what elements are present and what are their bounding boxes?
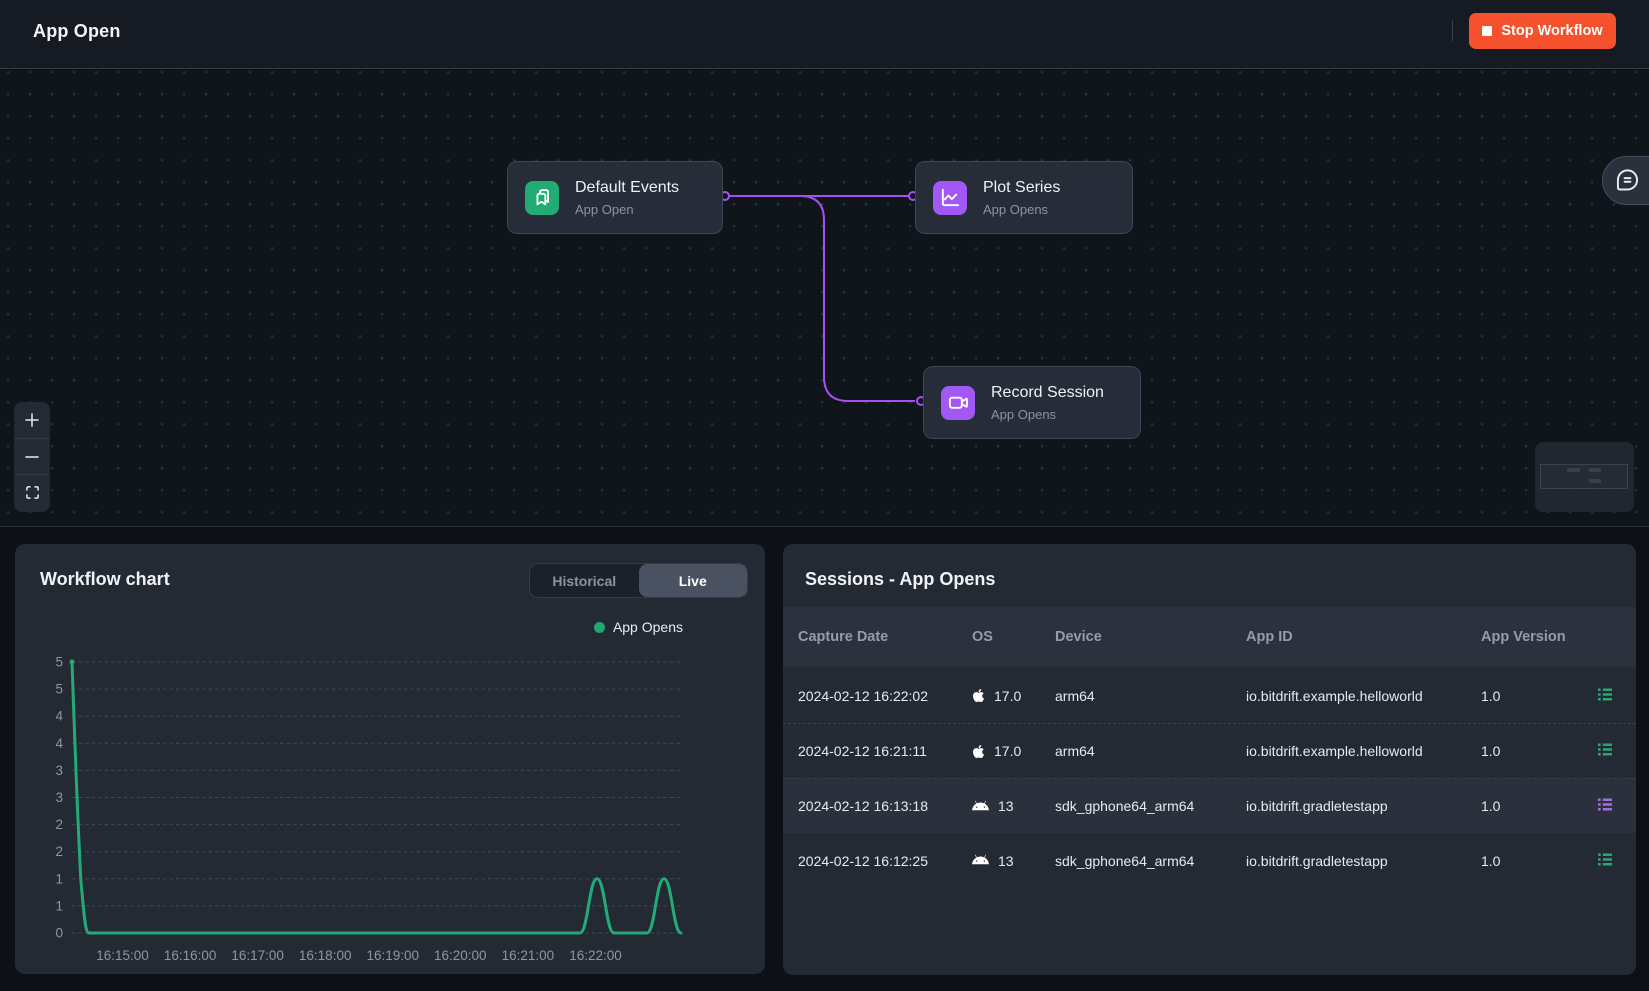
svg-text:1: 1 (55, 898, 63, 913)
svg-text:2: 2 (55, 844, 63, 859)
svg-text:4: 4 (55, 709, 63, 724)
svg-text:16:20:00: 16:20:00 (434, 948, 487, 963)
svg-text:16:18:00: 16:18:00 (299, 948, 352, 963)
svg-text:16:17:00: 16:17:00 (231, 948, 284, 963)
svg-text:5: 5 (55, 655, 63, 670)
svg-text:3: 3 (55, 763, 63, 778)
svg-text:16:19:00: 16:19:00 (367, 948, 420, 963)
svg-text:0: 0 (55, 926, 63, 941)
svg-text:5: 5 (55, 682, 63, 697)
svg-text:3: 3 (55, 790, 63, 805)
svg-text:16:22:00: 16:22:00 (569, 948, 622, 963)
svg-text:16:16:00: 16:16:00 (164, 948, 217, 963)
svg-text:4: 4 (55, 736, 63, 751)
svg-text:1: 1 (55, 871, 63, 886)
svg-text:2: 2 (55, 817, 63, 832)
svg-text:16:21:00: 16:21:00 (502, 948, 555, 963)
svg-text:16:15:00: 16:15:00 (96, 948, 149, 963)
